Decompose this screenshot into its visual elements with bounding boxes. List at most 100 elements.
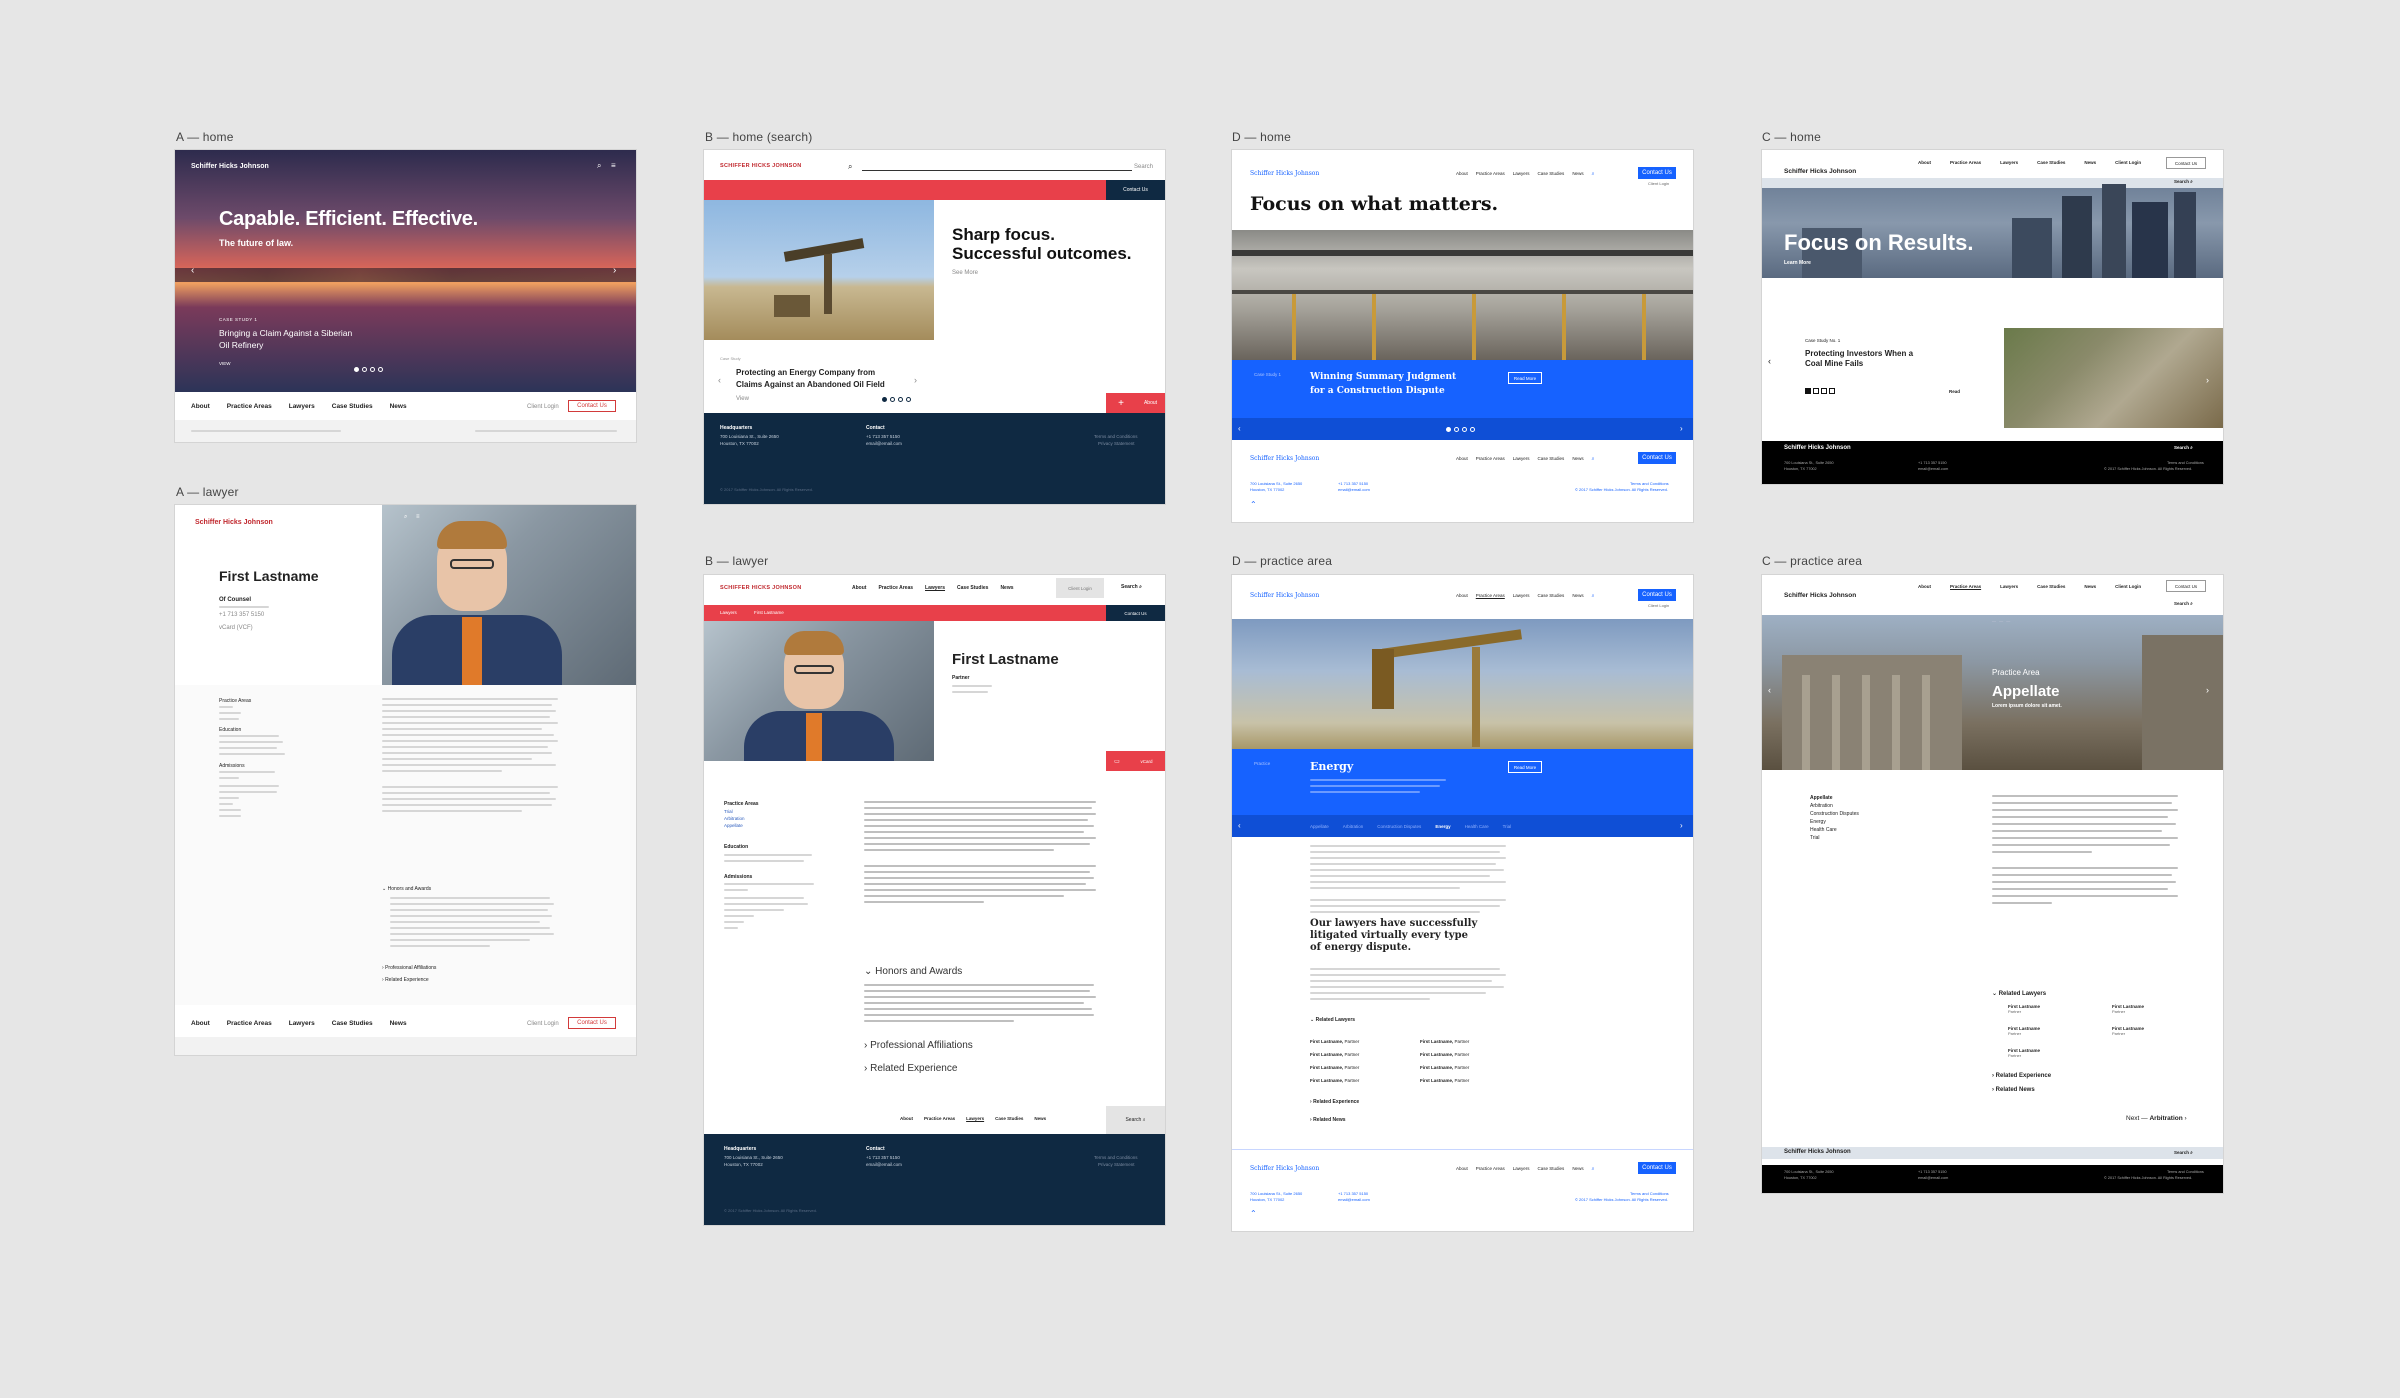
arrow-right-icon[interactable]: ›: [914, 375, 917, 385]
nav-practice-areas[interactable]: Practice Areas: [1950, 584, 1981, 589]
practice-arbitration[interactable]: Arbitration: [724, 816, 745, 821]
nav-practice-areas[interactable]: Practice Areas: [1476, 171, 1505, 177]
footer-nav-practice[interactable]: Practice Areas: [1476, 456, 1505, 462]
footer-email[interactable]: email@email.com: [1338, 1197, 1370, 1202]
nav-about[interactable]: About: [1918, 160, 1931, 165]
nav-practice-areas[interactable]: Practice Areas: [227, 403, 272, 410]
arrow-left-icon[interactable]: ‹: [191, 265, 194, 276]
area-appellate[interactable]: Appellate: [1810, 795, 1833, 801]
footer-logo[interactable]: Schiffer Hicks Johnson: [1784, 1149, 1851, 1155]
nav-news[interactable]: News: [1572, 593, 1583, 599]
menu-icon[interactable]: ≡: [416, 514, 420, 520]
phone[interactable]: +1 713 357 5150: [866, 1155, 900, 1160]
arrow-right-icon[interactable]: ›: [2206, 375, 2209, 385]
arrow-left-icon[interactable]: ‹: [718, 375, 721, 385]
nav-news[interactable]: News: [1000, 585, 1013, 591]
footer-terms[interactable]: Terms and Conditions: [2167, 461, 2204, 465]
contact-us-button[interactable]: Contact Us: [568, 1017, 616, 1029]
learn-more-link[interactable]: Learn More: [1784, 260, 1811, 266]
nav-lawyers[interactable]: Lawyers: [2000, 584, 2018, 589]
footer-nav-cases[interactable]: Case Studies: [1538, 456, 1565, 462]
search-button[interactable]: Search: [1134, 164, 1153, 170]
related-lawyers-toggle[interactable]: ⌄ Related Lawyers: [1310, 1017, 1355, 1023]
logo[interactable]: Schiffer Hicks Johnson: [1250, 592, 1319, 599]
lawyer-phone[interactable]: +1 713 357 5150: [219, 612, 264, 618]
related-experience-toggle[interactable]: › Related Experience: [1310, 1099, 1359, 1105]
footer-nav-about[interactable]: About: [1456, 1166, 1468, 1172]
next-practice-link[interactable]: Next — Arbitration ›: [2126, 1115, 2187, 1122]
case-title-2[interactable]: Claims Against an Abandoned Oil Field: [736, 380, 885, 389]
footer-search-icon[interactable]: ⌕: [1592, 456, 1595, 462]
case-title-1[interactable]: Protecting an Energy Company from: [736, 368, 875, 377]
nav-lawyers[interactable]: Lawyers: [2000, 160, 2018, 165]
arrow-right-icon[interactable]: ›: [2206, 685, 2209, 695]
affiliations-toggle[interactable]: › Professional Affiliations: [864, 1040, 973, 1051]
related-news-toggle[interactable]: › Related News: [1992, 1087, 2035, 1093]
lawyer-list-item[interactable]: First Lastname, Partner: [1310, 1039, 1359, 1044]
footer-phone[interactable]: +1 713 357 5150: [1918, 461, 1947, 465]
practice-trial[interactable]: Trial: [724, 809, 733, 814]
search-input[interactable]: [862, 170, 1132, 171]
client-login-link[interactable]: Client Login: [1648, 181, 1669, 186]
nav-practice-areas[interactable]: Practice Areas: [1950, 160, 1981, 165]
arrow-left-icon[interactable]: ‹: [1768, 356, 1771, 366]
breadcrumb-lawyers[interactable]: Lawyers: [720, 610, 737, 615]
logo[interactable]: Schiffer Hicks Johnson: [191, 163, 269, 170]
nav-case-studies[interactable]: Case Studies: [332, 403, 373, 410]
nav-about[interactable]: About: [191, 1020, 210, 1027]
search-button[interactable]: Search ⌕: [1121, 584, 1142, 590]
footer-email[interactable]: email@email.com: [1918, 467, 1948, 471]
nav-lawyers[interactable]: Lawyers: [289, 1020, 315, 1027]
footer-terms[interactable]: Terms and Conditions: [1630, 1191, 1669, 1196]
lawyer-list-item[interactable]: First Lastname, Partner: [1310, 1065, 1359, 1070]
client-login-link[interactable]: Client Login: [527, 404, 559, 410]
view-link[interactable]: View: [736, 396, 749, 402]
practice-appellate[interactable]: Appellate: [724, 823, 743, 828]
area-health-care[interactable]: Health Care: [1810, 827, 1837, 833]
related-experience-toggle[interactable]: › Related Experience: [1992, 1073, 2051, 1079]
case-title-line1[interactable]: Bringing a Claim Against a Siberian: [219, 328, 352, 338]
footer-nav-lawyers[interactable]: Lawyers: [1513, 456, 1530, 462]
area-energy[interactable]: Energy: [1810, 819, 1826, 825]
case-title-2[interactable]: for a Construction Dispute: [1310, 386, 1445, 396]
case-title-line2[interactable]: Oil Refinery: [219, 340, 263, 350]
nav-about[interactable]: About: [852, 585, 866, 591]
arrow-left-icon[interactable]: ‹: [1238, 424, 1241, 433]
subnav-health-care[interactable]: Health Care: [1465, 824, 1489, 829]
lawyer-list-item[interactable]: First Lastname, Partner: [1310, 1052, 1359, 1057]
logo[interactable]: Schiffer Hicks Johnson: [1784, 592, 1856, 599]
footer-nav-lawyers[interactable]: Lawyers: [966, 1116, 984, 1121]
footer-nav-lawyers[interactable]: Lawyers: [1513, 1166, 1530, 1172]
experience-toggle[interactable]: › Related Experience: [864, 1063, 957, 1074]
nav-news[interactable]: News: [2084, 160, 2096, 165]
case-title-2[interactable]: Coal Mine Fails: [1805, 359, 1863, 368]
view-link[interactable]: VIEW: [219, 361, 231, 366]
lawyer-list-item[interactable]: First Lastname, Partner: [1420, 1065, 1469, 1070]
read-more-button[interactable]: Read More: [1508, 761, 1542, 773]
vcard-link[interactable]: vCard (VCF): [219, 625, 253, 631]
lawyer-list-item[interactable]: First Lastname, Partner: [1420, 1052, 1469, 1057]
nav-client-login[interactable]: Client Login: [2115, 160, 2141, 165]
nav-case-studies[interactable]: Case Studies: [957, 585, 988, 591]
privacy-link[interactable]: Privacy Statement: [1098, 1162, 1135, 1167]
arrow-left-icon[interactable]: ‹: [1238, 821, 1241, 830]
search-icon[interactable]: ⌕: [1592, 593, 1595, 599]
nav-lawyers[interactable]: Lawyers: [1513, 593, 1530, 599]
footer-email[interactable]: email@email.com: [1338, 487, 1370, 492]
email[interactable]: email@email.com: [866, 441, 902, 446]
nav-case-studies[interactable]: Case Studies: [1538, 171, 1565, 177]
client-login-link[interactable]: Client Login: [1056, 578, 1104, 598]
logo[interactable]: SCHIFFER HICKS JOHNSON: [720, 585, 801, 591]
nav-lawyers[interactable]: Lawyers: [289, 403, 315, 410]
subnav-energy[interactable]: Energy: [1435, 824, 1450, 829]
footer-nav-news[interactable]: News: [1572, 456, 1583, 462]
search-icon[interactable]: ⌕: [597, 161, 601, 171]
nav-about[interactable]: About: [1918, 584, 1931, 589]
nav-practice-areas[interactable]: Practice Areas: [227, 1020, 272, 1027]
see-more-link[interactable]: See More: [952, 270, 978, 276]
nav-lawyers[interactable]: Lawyers: [1513, 171, 1530, 177]
search-icon[interactable]: ⌕: [404, 514, 407, 521]
lawyer-card[interactable]: First Lastname Partner: [2008, 1026, 2040, 1036]
nav-client-login[interactable]: Client Login: [2115, 584, 2141, 589]
client-login-link[interactable]: Client Login: [1648, 603, 1669, 608]
